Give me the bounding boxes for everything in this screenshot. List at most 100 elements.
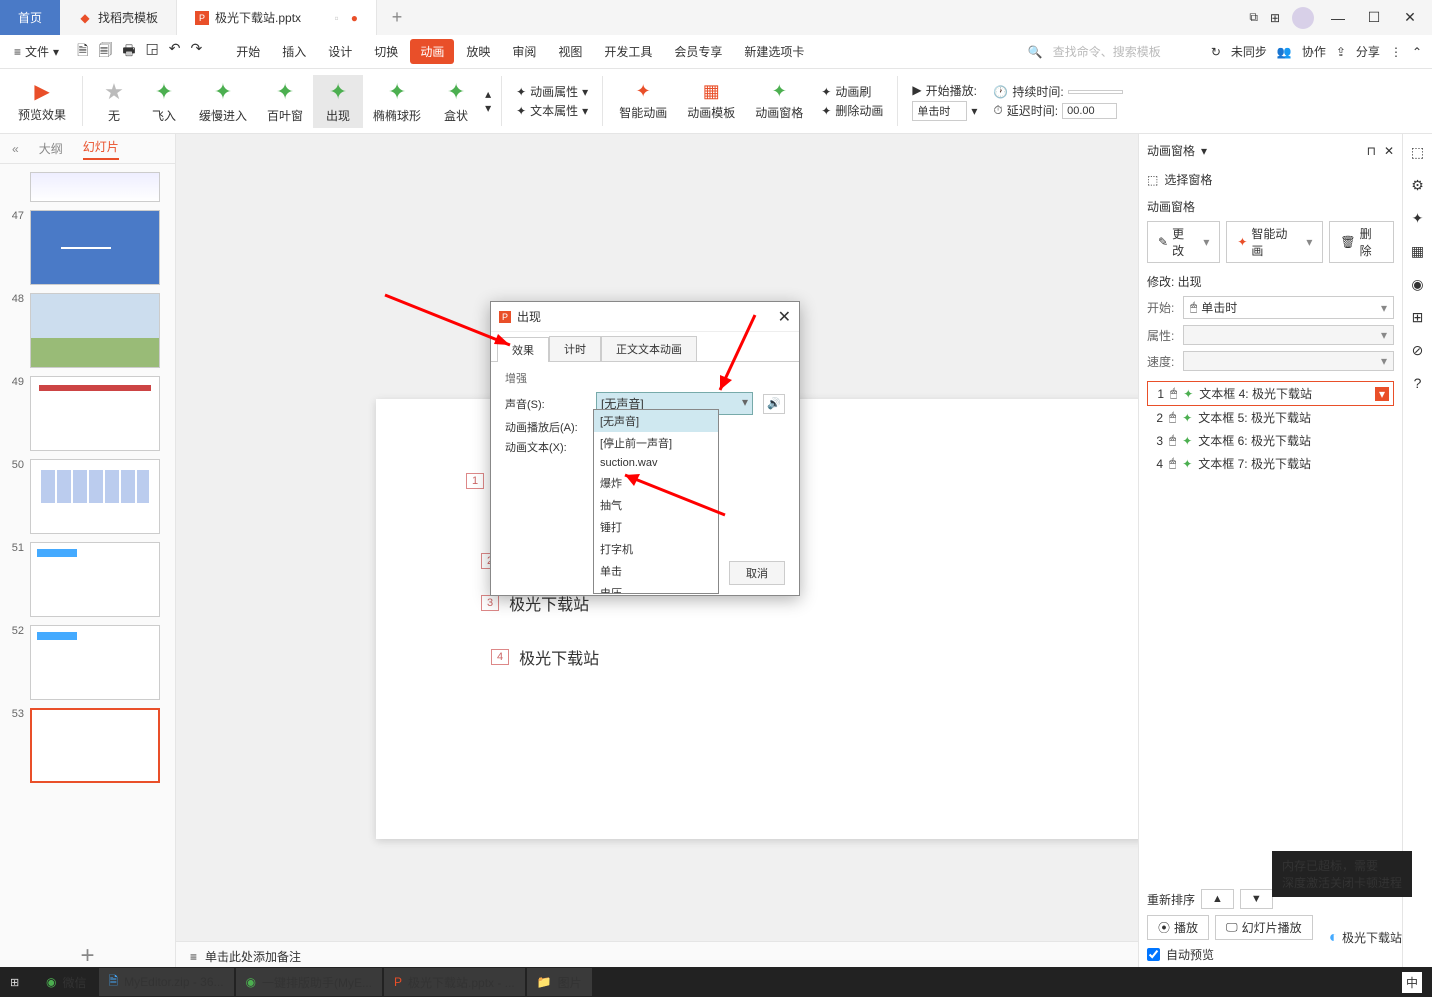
tab-timing[interactable]: 计时 [549,336,601,361]
share-label[interactable]: 分享 [1356,43,1380,60]
thumbnail[interactable] [30,293,160,368]
menu-transition[interactable]: 切换 [364,39,408,64]
modify-button[interactable]: ✎更改▾ [1147,221,1220,263]
anim-list-item[interactable]: 1🖱✦文本框 4: 极光下载站▾ [1147,381,1394,406]
speaker-button[interactable]: 🔊 [763,394,785,414]
coop-label[interactable]: 协作 [1302,43,1326,60]
close-pane-icon[interactable]: ✕ [1384,144,1394,158]
menu-view[interactable]: 视图 [548,39,592,64]
start-select[interactable]: 🖱单击时▾ [1183,296,1394,319]
anim-blinds-button[interactable]: ✦百叶窗 [257,75,313,128]
preview-icon[interactable]: ◲ [146,40,159,64]
tb-file2[interactable]: ◉一键排版助手(MyE... [236,968,382,996]
layout-icon[interactable]: ⧉ [1249,10,1258,25]
tool-icon[interactable]: ⊞ [1412,309,1424,326]
anim-list-item[interactable]: 4🖱✦文本框 7: 极光下载站 [1147,452,1394,475]
trigger-select[interactable]: 单击时 [912,101,967,121]
delay-input[interactable]: 00.00 [1062,103,1117,119]
slideshow-button[interactable]: 🖵幻灯片播放 [1215,915,1313,940]
delete-button[interactable]: 🗑删除 [1329,221,1394,263]
file-menu[interactable]: ≡ 文件 ▾ [10,43,63,60]
minimize-button[interactable]: — [1326,6,1350,30]
menu-animation[interactable]: 动画 [410,39,454,64]
pin-icon[interactable]: ⊓ [1367,144,1376,158]
move-up-button[interactable]: ▲ [1201,889,1234,909]
menu-vip[interactable]: 会员专享 [664,39,732,64]
select-pane-link[interactable]: ⬚选择窗格 [1147,171,1394,188]
maximize-button[interactable]: ☐ [1362,6,1386,30]
tab-template[interactable]: ◆ 找稻壳模板 [60,0,177,35]
tool-icon[interactable]: ▦ [1411,243,1424,260]
duration-input[interactable] [1068,90,1123,94]
dropdown-item[interactable]: suction.wav [594,454,718,472]
thumbnail[interactable] [30,459,160,534]
delete-anim-button[interactable]: 删除动画 [835,102,883,119]
dropdown-item[interactable]: 抽气 [594,494,718,516]
dialog-titlebar[interactable]: P 出现 ✕ [491,302,799,332]
redo-icon[interactable]: ↷ [191,40,203,64]
avatar[interactable] [1292,7,1314,29]
anim-list-item[interactable]: 3🖱✦文本框 6: 极光下载站 [1147,429,1394,452]
slide-text[interactable]: 极光下载站 [519,645,599,669]
anim-slowin-button[interactable]: ✦缓慢进入 [189,75,257,128]
thumbnail[interactable] [30,172,160,202]
speed-select[interactable]: ▾ [1183,351,1394,371]
thumbnail[interactable] [30,542,160,617]
search-icon[interactable]: 🔍 [1028,45,1043,59]
thumbnail-selected[interactable] [30,708,160,783]
dropdown-item[interactable]: 电压 [594,582,718,594]
autopreview-checkbox[interactable] [1147,948,1160,961]
menu-review[interactable]: 审阅 [502,39,546,64]
notes-placeholder[interactable]: 单击此处添加备注 [205,948,301,965]
thumbnail[interactable] [30,210,160,285]
collapse-icon[interactable]: « [12,142,19,156]
dropdown-item[interactable]: [停止前一声音] [594,432,718,454]
tool-icon[interactable]: ⬚ [1411,144,1424,161]
anim-brush-button[interactable]: 动画刷 [835,83,871,100]
preview-effect-button[interactable]: ▶ 预览效果 [8,75,76,127]
dropdown-item[interactable]: 单击 [594,560,718,582]
unsync-icon[interactable]: ↻ [1211,45,1221,59]
ime-indicator[interactable]: 中 [1402,972,1422,993]
unsync-label[interactable]: 未同步 [1231,43,1267,60]
anim-attr-button[interactable]: 动画属性 [530,83,578,100]
search-command-input[interactable]: 查找命令、搜索模板 [1053,43,1161,60]
smart-anim-button[interactable]: ✦智能动画 [609,77,677,125]
cancel-button[interactable]: 取消 [729,561,785,585]
start-button[interactable]: ⊞ [0,968,34,996]
grid-icon[interactable]: ⊞ [1270,11,1280,25]
anim-box-button[interactable]: ✦盒状 [431,75,481,128]
text-attr-button[interactable]: 文本属性 [530,102,578,119]
tool-icon[interactable]: ? [1414,375,1422,391]
tool-icon[interactable]: ✦ [1412,210,1424,227]
dropdown-item[interactable]: 锤打 [594,516,718,538]
anim-template-button[interactable]: ▦动画模板 [677,77,745,125]
move-down-button[interactable]: ▼ [1240,889,1273,909]
dropdown-item[interactable]: [无声音] [594,410,718,432]
anim-flyin-button[interactable]: ✦飞入 [139,75,189,128]
dropdown-item[interactable]: 打字机 [594,538,718,560]
menu-insert[interactable]: 插入 [272,39,316,64]
menu-slideshow[interactable]: 放映 [456,39,500,64]
tab-document[interactable]: P 极光下载站.pptx ▫ ● [177,0,377,35]
tool-icon[interactable]: ⚙ [1411,177,1424,194]
play-button[interactable]: ⦿播放 [1147,915,1209,940]
tb-file4[interactable]: 📁图片 [527,968,592,996]
thumbnail[interactable] [30,625,160,700]
tab-home[interactable]: 首页 [0,0,60,35]
tb-file3[interactable]: P极光下载站.pptx - ... [384,968,525,996]
thumbnail[interactable] [30,376,160,451]
tb-wechat[interactable]: ◉微信 [36,968,97,996]
share-icon[interactable]: ⇪ [1336,45,1346,59]
anim-none-button[interactable]: ★无 [89,75,139,128]
collapse-ribbon-icon[interactable]: ⌃ [1412,45,1422,59]
print-icon[interactable]: 🖶 [122,40,135,64]
menu-design[interactable]: 设计 [318,39,362,64]
attr-select[interactable]: ▾ [1183,325,1394,345]
sound-dropdown[interactable]: [无声音] [停止前一声音] suction.wav 爆炸 抽气 锤打 打字机 … [593,409,719,594]
dropdown-item[interactable]: 爆炸 [594,472,718,494]
anim-appear-button[interactable]: ✦出现 [313,75,363,128]
tool-icon[interactable]: ⊘ [1412,342,1424,359]
save-as-icon[interactable]: 🗐 [98,40,112,64]
anim-pane-button[interactable]: ✦动画窗格 [745,77,813,125]
